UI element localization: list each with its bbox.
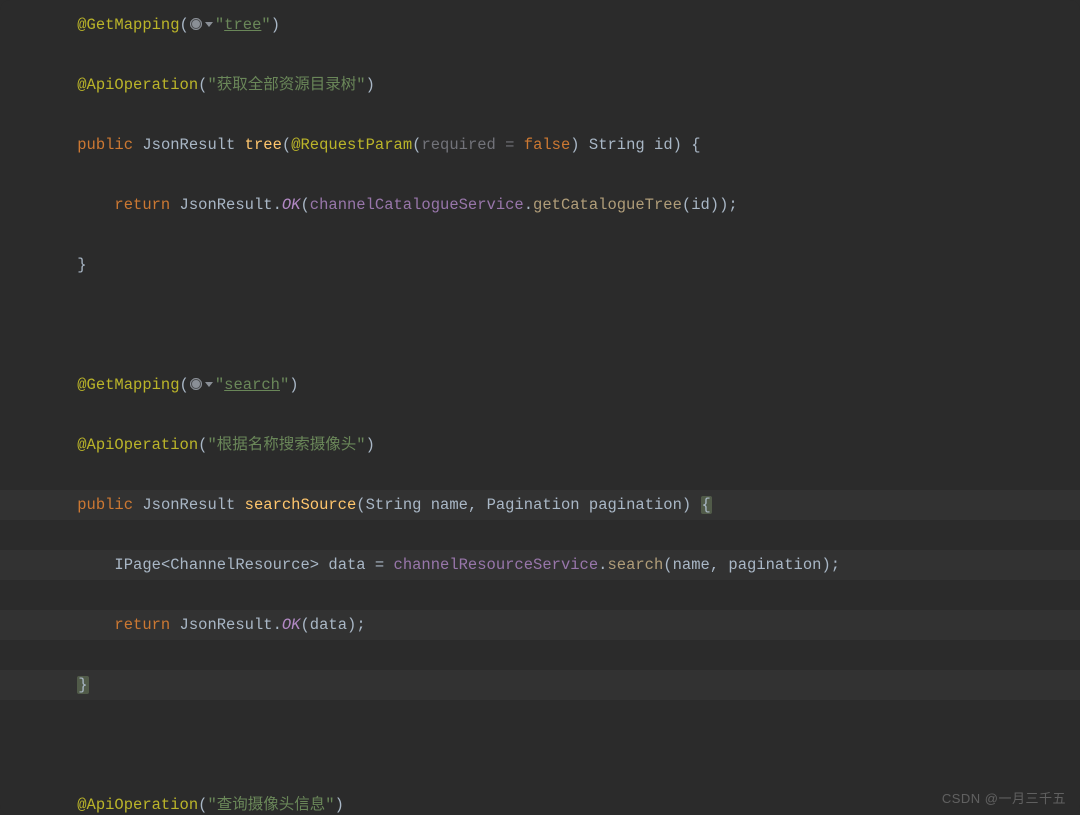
code-token: > xyxy=(310,556,329,574)
code-token: "根据名称搜索摄像头" xyxy=(207,436,365,454)
code-token: { xyxy=(701,496,712,514)
code-line[interactable] xyxy=(0,730,1080,760)
watermark: CSDN @一月三千五 xyxy=(942,788,1066,807)
code-token: pagination xyxy=(589,496,682,514)
code-token: } xyxy=(77,676,88,694)
code-token: , xyxy=(468,496,487,514)
code-line[interactable]: @ApiOperation("获取全部资源目录树") xyxy=(0,70,1080,100)
code-token: ChannelResource xyxy=(170,556,310,574)
code-token: id xyxy=(654,136,673,154)
code-token: ( xyxy=(180,376,189,394)
code-line[interactable]: return JsonResult.OK(channelCatalogueSer… xyxy=(0,190,1080,220)
code-line[interactable]: IPage<ChannelResource> data = channelRes… xyxy=(0,550,1080,580)
code-token: OK xyxy=(282,196,301,214)
code-token: ) xyxy=(682,496,701,514)
code-token: @ApiOperation xyxy=(77,796,198,814)
code-line[interactable] xyxy=(0,310,1080,340)
code-token: searchSource xyxy=(245,496,357,514)
code-token: data xyxy=(310,616,347,634)
code-token: JsonResult xyxy=(142,136,244,154)
code-token: public xyxy=(77,496,142,514)
code-token: tree xyxy=(245,136,282,154)
code-line[interactable]: public JsonResult searchSource(String na… xyxy=(0,490,1080,520)
code-token: ) xyxy=(366,76,375,94)
chevron-down-icon xyxy=(205,382,213,387)
code-token: ( xyxy=(300,196,309,214)
code-token: = xyxy=(366,556,394,574)
code-token: tree xyxy=(224,16,261,34)
code-token: ( xyxy=(180,16,189,34)
code-line[interactable]: return JsonResult.OK(data); xyxy=(0,610,1080,640)
code-token: " xyxy=(215,16,224,34)
code-token: false xyxy=(524,136,571,154)
code-token: ( xyxy=(300,616,309,634)
code-token: return xyxy=(114,196,179,214)
chevron-down-icon xyxy=(205,22,213,27)
code-line[interactable]: @ApiOperation("根据名称搜索摄像头") xyxy=(0,430,1080,460)
code-token: @GetMapping xyxy=(77,376,179,394)
code-token: name xyxy=(431,496,468,514)
code-token: ( xyxy=(682,196,691,214)
code-token: " xyxy=(280,376,289,394)
code-line[interactable]: @GetMapping( "search") xyxy=(0,370,1080,400)
code-editor[interactable]: @GetMapping("tree") @ApiOperation("获取全部资… xyxy=(0,0,1080,815)
code-token: ) xyxy=(366,436,375,454)
code-token: @RequestParam xyxy=(291,136,412,154)
code-token: search xyxy=(224,376,280,394)
code-token: ) xyxy=(289,376,298,394)
code-token: ) xyxy=(570,136,589,154)
code-token: ( xyxy=(663,556,672,574)
code-token: return xyxy=(114,616,179,634)
code-token: String xyxy=(589,136,654,154)
web-reference-icon xyxy=(189,377,203,391)
code-token: )); xyxy=(710,196,738,214)
code-line[interactable]: } xyxy=(0,670,1080,700)
code-token: data xyxy=(328,556,365,574)
code-token: JsonResult xyxy=(142,496,244,514)
code-token: . xyxy=(273,196,282,214)
code-token: OK xyxy=(282,616,301,634)
code-token: ( xyxy=(356,496,365,514)
code-block[interactable]: @GetMapping("tree") @ApiOperation("获取全部资… xyxy=(0,10,1080,815)
code-token: pagination xyxy=(728,556,821,574)
code-token: " xyxy=(215,376,224,394)
code-line[interactable]: @ApiOperation("查询摄像头信息") xyxy=(0,790,1080,815)
code-token: "获取全部资源目录树" xyxy=(207,76,365,94)
code-token: ( xyxy=(282,136,291,154)
code-token: getCatalogueTree xyxy=(533,196,682,214)
code-token: name xyxy=(673,556,710,574)
code-token: @GetMapping xyxy=(77,16,179,34)
code-token: ); xyxy=(821,556,840,574)
code-token: < xyxy=(161,556,170,574)
code-line[interactable]: } xyxy=(0,250,1080,280)
web-reference-icon xyxy=(189,17,203,31)
code-token: } xyxy=(77,256,86,274)
code-token: . xyxy=(273,616,282,634)
code-token: search xyxy=(607,556,663,574)
code-token: public xyxy=(77,136,142,154)
code-token: ) xyxy=(271,16,280,34)
code-token: . xyxy=(524,196,533,214)
code-token: Pagination xyxy=(487,496,589,514)
code-token: ); xyxy=(347,616,366,634)
code-token: "查询摄像头信息" xyxy=(207,796,334,814)
code-token: JsonResult xyxy=(180,616,273,634)
code-token: IPage xyxy=(114,556,161,574)
code-line[interactable]: public JsonResult tree(@RequestParam(req… xyxy=(0,130,1080,160)
code-token: id xyxy=(691,196,710,214)
code-token: ) { xyxy=(673,136,701,154)
code-token: @ApiOperation xyxy=(77,76,198,94)
code-token: required = xyxy=(421,136,523,154)
code-token: , xyxy=(710,556,729,574)
code-token: JsonResult xyxy=(180,196,273,214)
code-token: @ApiOperation xyxy=(77,436,198,454)
code-line[interactable]: @GetMapping( "tree") xyxy=(0,10,1080,40)
code-token: channelCatalogueService xyxy=(310,196,524,214)
code-token: " xyxy=(261,16,270,34)
code-token: ) xyxy=(335,796,344,814)
code-token: channelResourceService xyxy=(394,556,599,574)
code-token: String xyxy=(366,496,431,514)
